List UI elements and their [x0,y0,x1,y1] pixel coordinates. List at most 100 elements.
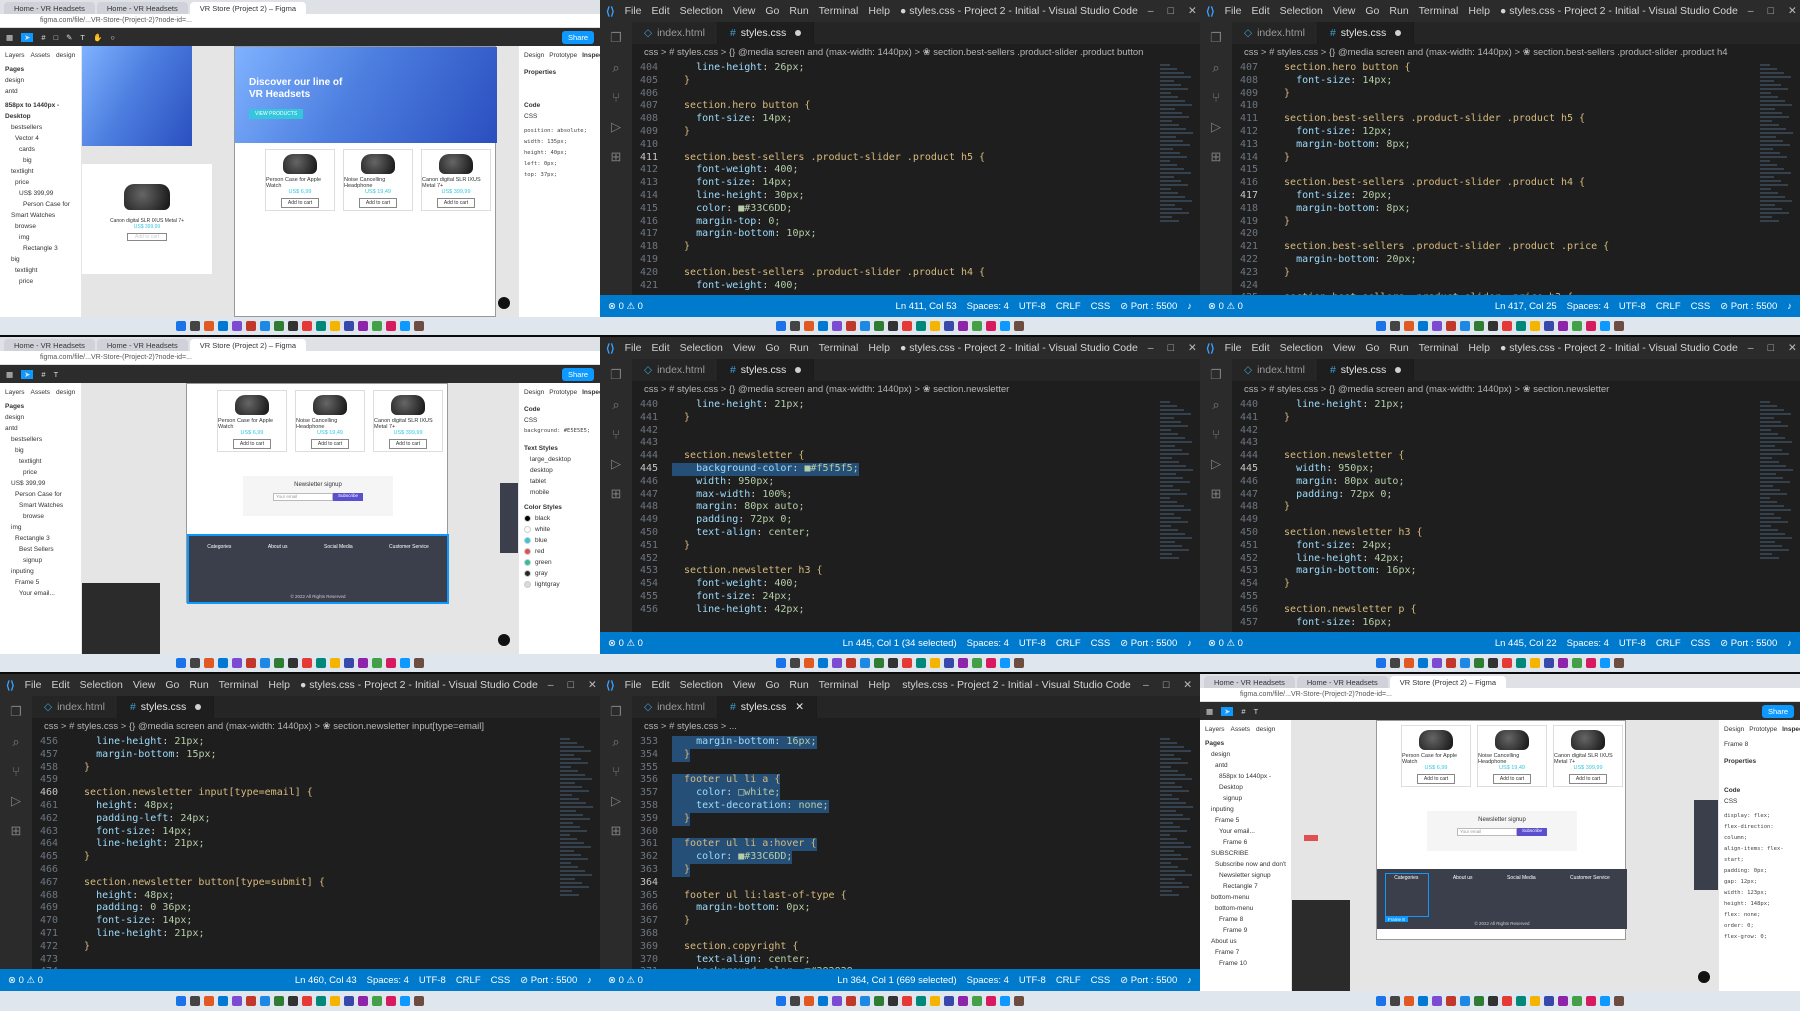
menu-run[interactable]: Run [789,342,808,354]
maximize-icon[interactable]: □ [1768,342,1774,354]
menu-edit[interactable]: Edit [1252,342,1270,354]
taskbar-app-icon[interactable] [1586,996,1596,1006]
taskbar-app-icon[interactable] [218,321,228,331]
close-tab-icon[interactable]: ✕ [795,701,804,713]
menu-go[interactable]: Go [765,342,779,354]
menu-go[interactable]: Go [1365,5,1379,17]
menu-terminal[interactable]: Terminal [219,679,259,691]
taskbar-app-icon[interactable] [902,321,912,331]
taskbar-app-icon[interactable] [846,996,856,1006]
newsletter-email-input[interactable]: Your email [1456,828,1517,836]
search-icon[interactable]: ⌕ [12,734,19,750]
menu-view[interactable]: View [733,5,756,17]
menu-terminal[interactable]: Terminal [819,342,859,354]
taskbar-app-icon[interactable] [1446,996,1456,1006]
extensions-icon[interactable]: ⊞ [11,823,22,839]
menu-file[interactable]: File [625,342,642,354]
tab-styles-css[interactable]: # styles.css ✕ [717,696,818,718]
files-icon[interactable]: ❐ [10,704,22,720]
menu-selection[interactable]: Selection [80,679,123,691]
code-editor[interactable]: 353 margin-bottom: 16px; 354 } 355 356 foot… [632,736,1156,969]
taskbar-app-icon[interactable] [1474,658,1484,668]
page-item[interactable]: design [5,75,76,86]
source-control-icon[interactable]: ⑂ [12,764,20,779]
design-panel-tab[interactable]: Design [524,50,544,61]
taskbar-app-icon[interactable] [818,321,828,331]
extensions-icon[interactable]: ⊞ [1211,486,1222,502]
design-panel-tab[interactable]: Design [1724,724,1744,735]
layer-item[interactable]: design [1205,749,1286,760]
layer-item[interactable]: cards [5,144,76,155]
tab-index-html[interactable]: ◇ index.html [32,696,118,718]
taskbar-app-icon[interactable] [1390,996,1400,1006]
add-to-cart-button[interactable]: Add to cart [310,439,350,449]
text-tool-icon[interactable]: T [80,33,85,42]
source-control-icon[interactable]: ⑂ [1212,427,1220,442]
taskbar-app-icon[interactable] [1558,321,1568,331]
taskbar-app-icon[interactable] [1572,658,1582,668]
taskbar-app-icon[interactable] [1376,321,1386,331]
taskbar-app-icon[interactable] [288,321,298,331]
taskbar-app-icon[interactable] [972,321,982,331]
breadcrumb[interactable]: css > # styles.css > {} @media screen an… [632,381,1200,397]
taskbar-app-icon[interactable] [944,996,954,1006]
minimap[interactable] [556,736,600,969]
taskbar-app-icon[interactable] [1418,996,1428,1006]
language-mode[interactable]: CSS [491,975,511,986]
layer-item[interactable]: big [5,155,76,166]
extensions-icon[interactable]: ⊞ [611,149,622,165]
taskbar-app-icon[interactable] [972,658,982,668]
text-tool-icon[interactable]: T [54,370,59,379]
bell-icon[interactable]: ♪ [1787,638,1792,649]
layer-item[interactable]: inputing [1205,804,1286,815]
taskbar-app-icon[interactable] [916,996,926,1006]
taskbar-app-icon[interactable] [204,996,214,1006]
color-style-item[interactable]: white [524,524,595,535]
taskbar-app-icon[interactable] [372,321,382,331]
taskbar-app-icon[interactable] [888,658,898,668]
taskbar-app-icon[interactable] [232,658,242,668]
menu-help[interactable]: Help [1468,5,1490,17]
assets-tab[interactable]: Assets [31,387,51,398]
run-debug-icon[interactable]: ▷ [611,456,621,472]
taskbar-app-icon[interactable] [1000,321,1010,331]
menu-view[interactable]: View [133,679,156,691]
taskbar-app-icon[interactable] [1502,996,1512,1006]
taskbar-app-icon[interactable] [190,658,200,668]
taskbar-app-icon[interactable] [1572,996,1582,1006]
taskbar-app-icon[interactable] [832,996,842,1006]
taskbar-app-icon[interactable] [316,658,326,668]
menu-run[interactable]: Run [1389,342,1408,354]
problems-count[interactable]: ⊗ 0 ⚠ 0 [608,638,643,649]
prototype-panel-tab[interactable]: Prototype [549,50,577,61]
menu-go[interactable]: Go [765,5,779,17]
browser-tab[interactable]: Home - VR Headsets [96,339,188,351]
breadcrumb[interactable]: css > # styles.css > {} @media screen an… [632,44,1200,60]
comment-tool-icon[interactable]: ○ [110,33,115,42]
menu-edit[interactable]: Edit [52,679,70,691]
layer-item[interactable]: Rectangle 7 [1205,881,1286,892]
close-icon[interactable]: ✕ [1788,342,1797,354]
help-icon[interactable] [498,297,510,309]
add-to-cart-button[interactable]: Add to cart [280,198,320,208]
taskbar-app-icon[interactable] [330,321,340,331]
taskbar-app-icon[interactable] [302,658,312,668]
taskbar-app-icon[interactable] [1376,996,1386,1006]
layer-item[interactable]: big [5,254,76,265]
taskbar-app-icon[interactable] [902,658,912,668]
taskbar-app-icon[interactable] [1488,996,1498,1006]
layer-item[interactable]: Frame 5 [1205,815,1286,826]
taskbar-app-icon[interactable] [1376,658,1386,668]
taskbar-app-icon[interactable] [832,321,842,331]
taskbar-app-icon[interactable] [1572,321,1582,331]
menu-go[interactable]: Go [1365,342,1379,354]
layer-item[interactable]: bestsellers [5,122,76,133]
minimap[interactable] [1756,399,1800,632]
live-server-port[interactable]: ⊘ Port : 5500 [1120,975,1177,986]
run-debug-icon[interactable]: ▷ [611,793,621,809]
menu-view[interactable]: View [733,342,756,354]
layer-item[interactable]: img [5,522,76,533]
menu-run[interactable]: Run [189,679,208,691]
footer-section[interactable]: Categories About us Social Media Customer S… [187,534,449,604]
text-style-item[interactable]: desktop [524,465,595,476]
